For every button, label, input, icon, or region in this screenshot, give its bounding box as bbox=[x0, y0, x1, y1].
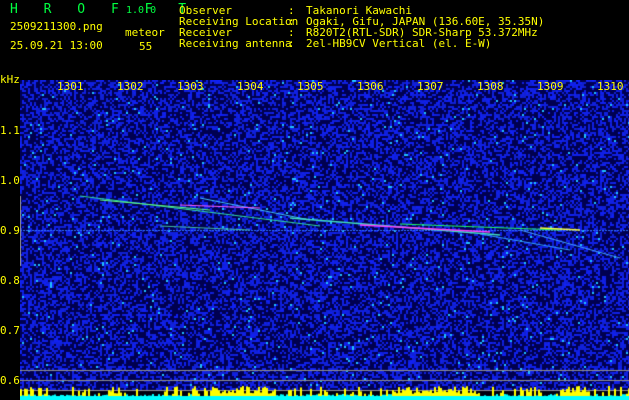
y-tick-label: 1.1 bbox=[0, 124, 20, 137]
meteor-count: 55 bbox=[139, 40, 153, 53]
x-tick-label: 1301 bbox=[57, 80, 84, 93]
y-tick-label: 0.8 bbox=[0, 274, 20, 287]
y-tick-label: 0.6 bbox=[0, 374, 20, 387]
x-tick-label: 1309 bbox=[537, 80, 564, 93]
app-title: H R O F F T bbox=[10, 2, 196, 17]
y-tick-label: 0.7 bbox=[0, 324, 20, 337]
info-sep: : bbox=[288, 37, 295, 50]
x-tick-label: 1302 bbox=[117, 80, 144, 93]
hrofft-window: H R O F F T 1.0.0 2509211300.png 25.09.2… bbox=[0, 0, 629, 400]
spectrogram bbox=[20, 80, 629, 400]
x-tick-label: 1307 bbox=[417, 80, 444, 93]
x-tick-label: 1306 bbox=[357, 80, 384, 93]
x-tick-label: 1305 bbox=[297, 80, 324, 93]
x-tick-label: 1308 bbox=[477, 80, 504, 93]
x-tick-label: 1304 bbox=[237, 80, 264, 93]
filename: 2509211300.png bbox=[10, 20, 103, 33]
info-value: 2el-HB9CV Vertical (el. E-W) bbox=[306, 37, 492, 50]
info-label: Receiving antenna bbox=[179, 37, 292, 50]
datetime: 25.09.21 13:00 bbox=[10, 39, 103, 52]
x-tick-label: 1310 bbox=[597, 80, 624, 93]
app-version: 1.0.0 bbox=[126, 5, 157, 16]
meteor-label: meteor bbox=[125, 26, 165, 39]
y-tick-label: 1.0 bbox=[0, 174, 20, 187]
y-axis-unit: kHz bbox=[0, 73, 20, 86]
y-tick-label: 0.9 bbox=[0, 224, 20, 237]
x-tick-label: 1303 bbox=[177, 80, 204, 93]
